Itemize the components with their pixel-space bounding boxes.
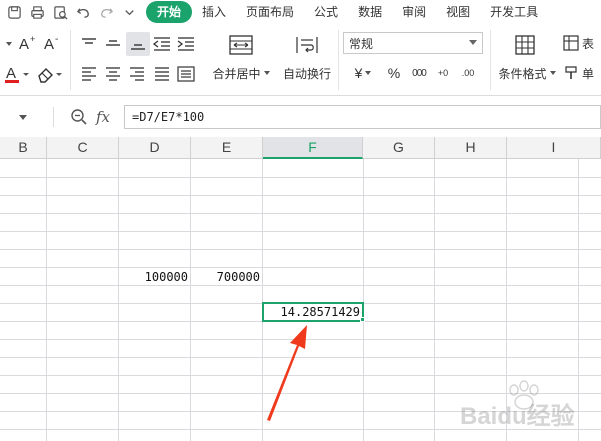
- fx-icon[interactable]: fx: [96, 108, 110, 126]
- redo-icon[interactable]: [97, 3, 115, 21]
- merge-center-icon[interactable]: [226, 32, 256, 58]
- conditional-format-label: 条件格式: [498, 66, 547, 81]
- percent-format-button[interactable]: %: [384, 62, 404, 84]
- baidu-watermark-logo: Baidu经验: [452, 376, 601, 440]
- table-style-button[interactable]: 表: [563, 32, 601, 54]
- font-color-icon[interactable]: A: [2, 62, 30, 86]
- tab-review[interactable]: 审阅: [392, 1, 436, 23]
- column-header-g[interactable]: G: [363, 137, 435, 159]
- decrease-decimal-label: .00: [461, 68, 475, 78]
- number-format-value: 常规: [349, 36, 374, 51]
- column-header-e[interactable]: E: [191, 137, 263, 159]
- thousands-separator-button[interactable]: 000: [408, 62, 430, 84]
- column-header-f[interactable]: F: [263, 137, 363, 159]
- column-header-c[interactable]: C: [47, 137, 119, 159]
- wrap-text-label: 自动换行: [282, 66, 331, 81]
- ribbon-divider: [338, 30, 339, 90]
- tab-page-layout[interactable]: 页面布局: [236, 1, 304, 23]
- column-header-b[interactable]: B: [0, 137, 47, 159]
- svg-text:-: -: [55, 34, 58, 45]
- print-icon[interactable]: [28, 3, 46, 21]
- decrease-indent-icon[interactable]: [152, 34, 172, 54]
- more-icon[interactable]: [120, 3, 138, 21]
- distributed-align-icon[interactable]: [176, 64, 196, 84]
- tab-view[interactable]: 视图: [436, 1, 480, 23]
- paint-brush-icon: [565, 66, 577, 79]
- increase-decimal-label: +0: [437, 68, 449, 78]
- zoom-icon[interactable]: [70, 108, 88, 126]
- cell-e7[interactable]: 700000: [191, 267, 262, 287]
- thousands-label: 000: [412, 67, 427, 79]
- print-preview-icon[interactable]: [51, 3, 69, 21]
- percent-symbol: %: [387, 65, 401, 81]
- column-header-i[interactable]: I: [507, 137, 601, 159]
- menu-bar: 开始 插入 页面布局 公式 数据 审阅 视图 开发工具: [0, 0, 601, 24]
- undo-icon[interactable]: [74, 3, 92, 21]
- cell-f8-selected[interactable]: 14.28571429: [262, 302, 364, 322]
- align-bottom-icon[interactable]: [126, 32, 150, 56]
- font-caret-icon[interactable]: [2, 38, 12, 50]
- formula-bar: fx =D7/E7*100: [0, 104, 601, 130]
- ribbon-divider: [70, 30, 71, 90]
- tab-formulas[interactable]: 公式: [304, 1, 348, 23]
- svg-text:A: A: [44, 36, 54, 52]
- svg-text:A: A: [19, 36, 29, 52]
- svg-text:A: A: [6, 65, 16, 82]
- ribbon-toolbar: A + A- A 合并居中 自动换行 常规 ¥ % 000 +0 .00 条件格…: [0, 24, 601, 96]
- cell-d7[interactable]: 100000: [119, 267, 190, 287]
- column-header-d[interactable]: D: [119, 137, 191, 159]
- tab-insert[interactable]: 插入: [192, 1, 236, 23]
- table-style-icon: [563, 35, 579, 51]
- number-format-select[interactable]: 常规: [343, 32, 483, 54]
- eraser-icon[interactable]: [34, 62, 64, 86]
- tab-developer[interactable]: 开发工具: [480, 1, 548, 23]
- justify-icon[interactable]: [152, 64, 172, 84]
- increase-font-size-icon[interactable]: A +: [17, 32, 39, 54]
- decrease-decimal-button[interactable]: .00: [456, 62, 480, 84]
- column-header-h[interactable]: H: [435, 137, 507, 159]
- merge-center-button[interactable]: 合并居中: [210, 62, 272, 84]
- chevron-down-icon: [19, 114, 27, 120]
- svg-text:+: +: [30, 34, 35, 44]
- increase-indent-icon[interactable]: [176, 34, 196, 54]
- merge-center-label: 合并居中: [212, 66, 261, 81]
- watermark-text: Baidu经验: [460, 402, 575, 430]
- currency-format-button[interactable]: ¥: [347, 62, 379, 84]
- align-right-icon[interactable]: [127, 64, 147, 84]
- cell-style-button[interactable]: 单: [563, 62, 601, 84]
- chevron-down-icon: [469, 40, 477, 45]
- name-box[interactable]: [0, 104, 30, 130]
- tab-home[interactable]: 开始: [146, 1, 193, 23]
- save-icon[interactable]: [5, 3, 23, 21]
- currency-symbol: ¥: [354, 65, 363, 81]
- align-middle-icon[interactable]: [103, 34, 123, 54]
- formula-bar-divider: [53, 107, 54, 127]
- align-center-icon[interactable]: [103, 64, 123, 84]
- align-left-icon[interactable]: [79, 64, 99, 84]
- conditional-format-icon[interactable]: [512, 32, 538, 58]
- align-top-icon[interactable]: [79, 34, 99, 54]
- wrap-text-icon[interactable]: [292, 32, 322, 58]
- decrease-font-size-icon[interactable]: A-: [42, 32, 64, 54]
- table-style-label: 表: [582, 36, 595, 51]
- formula-input[interactable]: =D7/E7*100: [124, 105, 601, 129]
- fill-handle[interactable]: [360, 317, 365, 322]
- increase-decimal-button[interactable]: +0: [432, 62, 454, 84]
- conditional-format-button[interactable]: 条件格式: [496, 62, 558, 84]
- wrap-text-button[interactable]: 自动换行: [280, 62, 334, 84]
- ribbon-divider: [490, 30, 491, 90]
- cell-style-label: 单: [582, 66, 595, 81]
- tab-data[interactable]: 数据: [348, 1, 392, 23]
